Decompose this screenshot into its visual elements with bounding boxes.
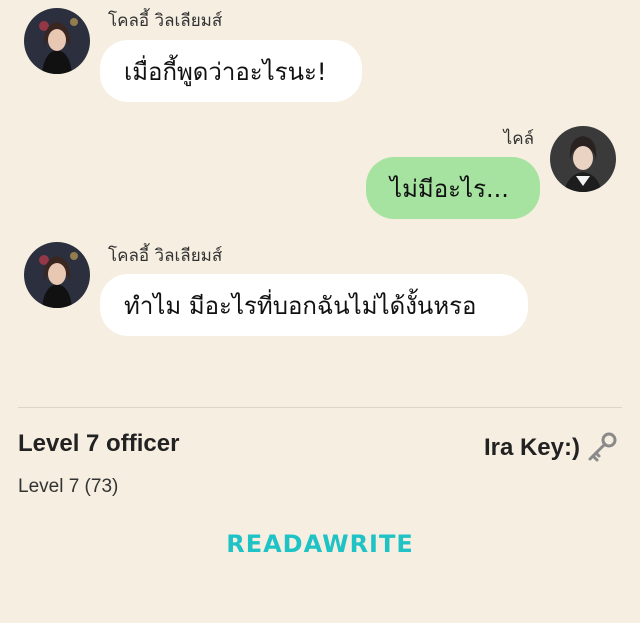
author-name: Ira Key:) <box>483 434 580 461</box>
message-bubble: ทำไม มีอะไรที่บอกฉันไม่ได้งั้นหรอ <box>100 274 528 336</box>
divider <box>18 407 622 408</box>
key-icon <box>584 430 620 466</box>
sender-name: ไคล์ <box>503 129 534 149</box>
author-link[interactable]: Ira Key:) <box>484 430 620 466</box>
message-bubble: ไม่มีอะไร... <box>366 157 540 219</box>
avatar-chloe[interactable] <box>24 8 90 74</box>
readawrite-logo[interactable]: READAWRITE <box>0 530 640 558</box>
message-bubble: เมื่อกี้พูดว่าอะไรนะ! <box>100 40 362 102</box>
avatar-kyle[interactable] <box>550 126 616 192</box>
chapter-title: Level 7 officer <box>18 430 180 457</box>
avatar-chloe[interactable] <box>24 242 90 308</box>
sender-name: โคลอี้ วิลเลียมส์ <box>108 11 223 31</box>
sender-name: โคลอี้ วิลเลียมส์ <box>108 246 223 266</box>
chapter-level: Level 7 (73) <box>18 476 119 497</box>
